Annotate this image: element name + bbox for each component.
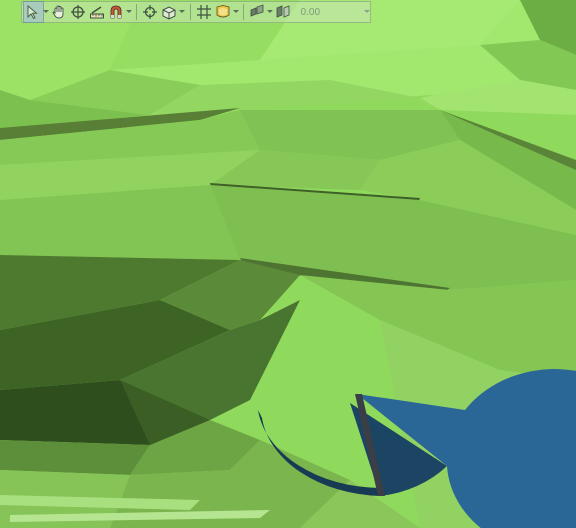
- orbit-tool-button[interactable]: [69, 2, 88, 22]
- vertical-scale-button[interactable]: [248, 2, 267, 22]
- toolbar-separator: [243, 4, 244, 20]
- opacity-slider-icon: [275, 4, 291, 20]
- grid-icon: [196, 4, 212, 20]
- layer-icon: [215, 4, 231, 20]
- measure-ruler-icon: [89, 4, 105, 20]
- offset-value-dropdown[interactable]: [363, 2, 370, 22]
- pan-tool-button[interactable]: [50, 2, 69, 22]
- orbit-target-icon: [70, 4, 86, 20]
- select-tool-dropdown[interactable]: [43, 2, 50, 22]
- view-tool-button[interactable]: [160, 2, 179, 22]
- crosshair-pick-icon: [142, 4, 158, 20]
- view-tool-dropdown[interactable]: [179, 2, 186, 22]
- vertical-scale-icon: [249, 4, 265, 20]
- snap-tool-dropdown[interactable]: [125, 2, 132, 22]
- grid-toggle-button[interactable]: [195, 2, 214, 22]
- terrain-3d-viewport[interactable]: [0, 0, 576, 528]
- toolbar-separator: [189, 4, 191, 20]
- measure-tool-button[interactable]: [88, 2, 107, 22]
- cube-view-icon: [161, 4, 177, 20]
- vertical-scale-dropdown[interactable]: [267, 2, 274, 22]
- select-tool-icon: [25, 4, 41, 20]
- pan-hand-icon: [51, 4, 67, 20]
- scene-toolbar: 0.00: [21, 1, 371, 23]
- layer-tool-dropdown[interactable]: [232, 2, 239, 22]
- snap-tool-button[interactable]: [106, 2, 125, 22]
- magnet-snap-icon: [108, 4, 124, 20]
- offset-value-field[interactable]: 0.00: [297, 4, 358, 20]
- toolbar-separator: [136, 4, 137, 20]
- pick-tool-button[interactable]: [141, 2, 160, 22]
- offset-value: 0.00: [300, 6, 321, 18]
- opacity-button[interactable]: [274, 2, 293, 22]
- layer-tool-button[interactable]: [213, 2, 232, 22]
- select-tool-button[interactable]: [23, 1, 44, 23]
